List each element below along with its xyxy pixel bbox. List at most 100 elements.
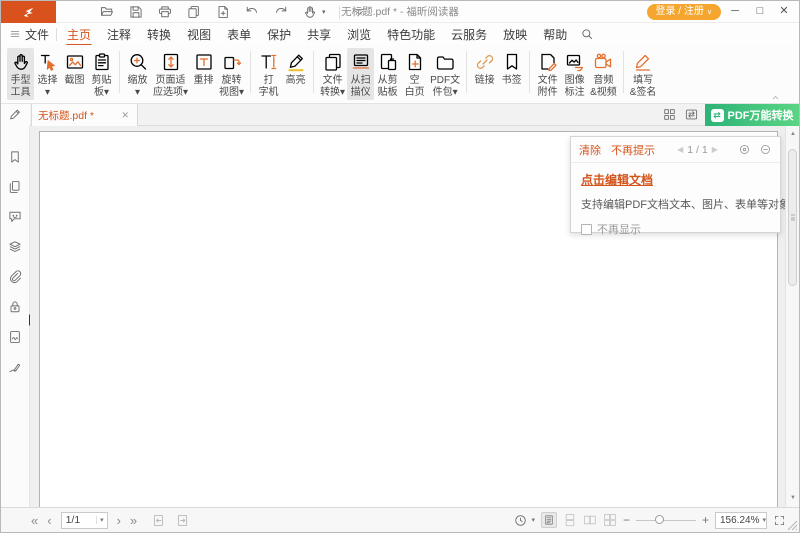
ribbon-item-file-convert[interactable]: 文件转换▾ <box>318 48 347 100</box>
scroll-mode-caret-icon[interactable]: ▾ <box>531 516 535 524</box>
menu-item-转换[interactable]: 转换 <box>146 23 172 46</box>
ribbon-item-select-cursor[interactable]: 选择▾ <box>34 48 61 100</box>
menu-item-保护[interactable]: 保护 <box>266 23 292 46</box>
menu-item-注释[interactable]: 注释 <box>106 23 132 46</box>
digital-signatures-icon[interactable] <box>7 329 23 345</box>
redo-icon[interactable] <box>273 4 289 20</box>
prev-page-button[interactable]: ‹ <box>47 514 51 527</box>
vertical-scrollbar[interactable]: ▲ ▼ <box>785 126 799 507</box>
layers-icon[interactable] <box>7 239 23 255</box>
ribbon-item-fill-sign[interactable]: 填写&签名 <box>628 48 659 100</box>
open-icon[interactable] <box>99 4 115 20</box>
ribbon-item-zoom-tool[interactable]: 缩放▾ <box>124 48 151 100</box>
ribbon-item-blank-page[interactable]: 空白页 <box>401 48 428 100</box>
scroll-mode-icon[interactable] <box>513 513 528 528</box>
zoom-level-combo[interactable]: 156.24% ▾ <box>715 512 767 529</box>
collapse-circle-icon[interactable] <box>759 143 772 156</box>
pager-prev-icon[interactable]: ◀ <box>677 145 683 154</box>
page-thumbnails-icon[interactable] <box>7 179 23 195</box>
menu-item-共享[interactable]: 共享 <box>306 23 332 46</box>
close-button[interactable]: ✕ <box>772 1 796 22</box>
file-menu[interactable]: 文件 <box>9 26 49 43</box>
next-page-button[interactable]: › <box>117 514 121 527</box>
attachments-icon[interactable] <box>7 269 23 285</box>
ribbon-item-snapshot[interactable]: 截图 <box>61 48 88 100</box>
ribbon-item-file-attach[interactable]: 文件附件 <box>534 48 561 100</box>
edit-document-link[interactable]: 点击编辑文档 <box>581 171 653 188</box>
fullscreen-icon[interactable] <box>773 514 786 527</box>
print-icon[interactable] <box>157 4 173 20</box>
annotate-pencil-icon[interactable] <box>8 107 24 123</box>
ribbon-item-reflow[interactable]: 重排 <box>190 48 217 100</box>
layout-facing-icon[interactable] <box>583 513 597 527</box>
menu-item-帮助[interactable]: 帮助 <box>542 23 568 46</box>
menu-item-视图[interactable]: 视图 <box>186 23 212 46</box>
menu-item-主页[interactable]: 主页 <box>66 23 92 46</box>
maximize-button[interactable]: □ <box>748 1 772 22</box>
zoom-slider[interactable] <box>636 514 696 526</box>
layout-single-icon[interactable] <box>541 512 557 528</box>
minimize-button[interactable]: ─ <box>723 1 747 22</box>
hand-mode-caret[interactable]: ▾ <box>322 8 326 16</box>
scroll-down-icon[interactable]: ▼ <box>786 495 800 501</box>
clear-button[interactable]: 清除 <box>579 142 601 158</box>
checkbox-box[interactable] <box>581 224 592 235</box>
document-tab[interactable]: 无标题.pdf * ✕ <box>31 104 138 126</box>
menu-item-特色功能[interactable]: 特色功能 <box>386 23 436 46</box>
undo-icon[interactable] <box>244 4 260 20</box>
ribbon-item-scanner[interactable]: 从扫描仪 <box>347 48 374 100</box>
tile-pages-icon[interactable] <box>662 107 677 122</box>
new-page-icon[interactable] <box>215 4 231 20</box>
zoom-slider-thumb[interactable] <box>655 515 664 524</box>
ribbon-item-from-clipboard[interactable]: 从剪贴板 <box>374 48 401 100</box>
page-number-combo[interactable]: 1/1 ▾ <box>61 512 108 529</box>
ribbon-item-typewriter[interactable]: 打字机 <box>255 48 282 100</box>
menu-item-表单[interactable]: 表单 <box>226 23 252 46</box>
login-button[interactable]: 登录 / 注册∨ <box>647 4 721 20</box>
pager-next-icon[interactable]: ▶ <box>712 145 718 154</box>
search-icon[interactable] <box>580 27 594 41</box>
ribbon-item-link[interactable]: 链接 <box>471 48 498 100</box>
tab-close-icon[interactable]: ✕ <box>119 108 131 123</box>
scroll-up-icon[interactable]: ▲ <box>786 131 800 137</box>
dont-remind-button[interactable]: 不再提示 <box>611 142 655 158</box>
layout-cont-facing-icon[interactable] <box>603 513 617 527</box>
settings-circle-icon[interactable] <box>738 143 751 156</box>
last-page-button[interactable]: » <box>130 514 137 527</box>
ribbon-item-highlight[interactable]: 高亮 <box>282 48 309 100</box>
ribbon-item-hand[interactable]: 手型工具 <box>7 48 34 100</box>
ribbon-item-fit-page[interactable]: 页面适应选项▾ <box>151 48 190 100</box>
comments-icon[interactable] <box>7 209 23 225</box>
hand-mode-icon[interactable] <box>302 4 318 20</box>
zoom-combo-caret-icon[interactable]: ▾ <box>759 516 769 524</box>
ribbon-item-bookmark[interactable]: 书签 <box>498 48 525 100</box>
next-view-icon[interactable] <box>175 513 190 528</box>
resize-grip[interactable] <box>786 519 798 531</box>
ribbon-item-audio-video[interactable]: 音频&视频 <box>588 48 619 100</box>
prev-view-icon[interactable] <box>151 513 166 528</box>
menu-item-云服务[interactable]: 云服务 <box>450 23 488 46</box>
scroll-thumb[interactable] <box>788 149 797 286</box>
bookmarks-icon[interactable] <box>7 149 23 165</box>
ribbon-collapse-icon[interactable] <box>770 92 781 103</box>
first-page-button[interactable]: « <box>31 514 38 527</box>
menu-item-浏览[interactable]: 浏览 <box>346 23 372 46</box>
save-icon[interactable] <box>128 4 144 20</box>
pdf-convert-button[interactable]: ⇄ PDF万能转换 <box>705 104 799 126</box>
menu-item-放映[interactable]: 放映 <box>502 23 528 46</box>
split-view-icon[interactable] <box>684 107 699 122</box>
copy-page-icon[interactable] <box>186 4 202 20</box>
ribbon-item-image-annot[interactable]: 图像标注 <box>561 48 588 100</box>
dont-show-checkbox[interactable]: 不再显示 <box>581 221 770 237</box>
layout-continuous-icon[interactable] <box>563 513 577 527</box>
zoom-out-button[interactable]: − <box>623 514 630 526</box>
ribbon-item-portfolio[interactable]: PDF文件包▾ <box>428 48 462 100</box>
page-combo-caret-icon[interactable]: ▾ <box>96 516 107 524</box>
ribbon-item-rotate-view[interactable]: 旋转视图▾ <box>217 48 246 100</box>
ribbon-item-clipboard[interactable]: 剪贴板▾ <box>88 48 115 100</box>
hand-sign-icon[interactable] <box>7 359 23 375</box>
app-logo[interactable] <box>1 1 56 23</box>
zoom-in-button[interactable]: + <box>702 514 709 526</box>
security-icon[interactable] <box>7 299 23 315</box>
document-viewport[interactable]: 清除 不再提示 ◀ 1 / 1 ▶ 点击编辑文档 支持编辑PDF文档文本、图片、… <box>30 126 785 507</box>
